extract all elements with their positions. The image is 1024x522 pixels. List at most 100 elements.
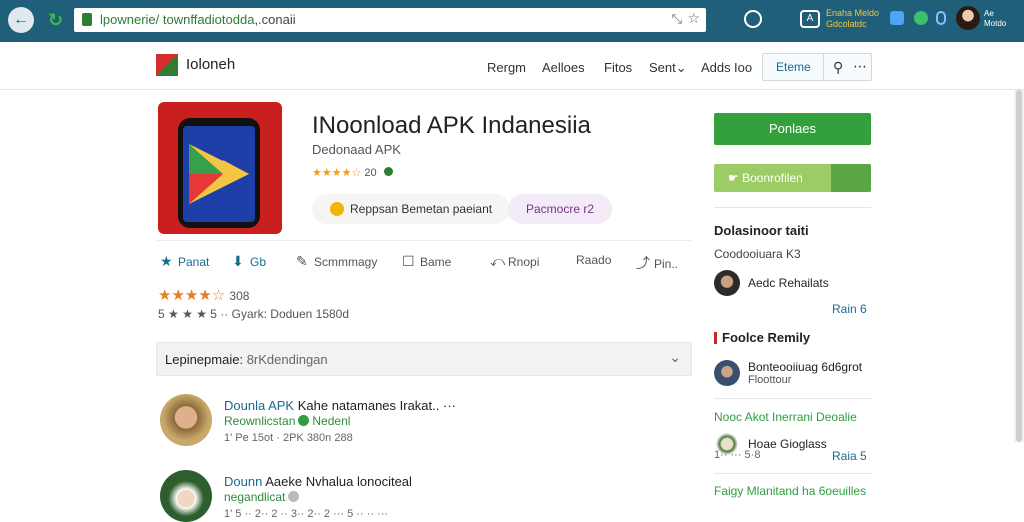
search-box[interactable]: Eteme ⚲ ⋯ (762, 53, 872, 81)
nav-item-1[interactable]: Rergm (487, 60, 526, 75)
action-bar: ★ Panat ⬇ Gb ✎ Scmmmagy ☐ Bame ⤺ Rnopi Raado … (156, 240, 692, 280)
browser-toolbar: ← ↻ lpownerie/ townffadiotodda,.conaii ⤡… (0, 0, 1024, 42)
download-button[interactable]: Ponlaes (714, 113, 871, 145)
review-title: Dounla APK Kahe natamanes Irakat.. ··· (224, 398, 456, 413)
scrollbar-thumb[interactable] (1016, 90, 1022, 442)
pencil-icon: ✎ (296, 253, 308, 269)
app-icon (158, 102, 282, 234)
action-save[interactable]: ☐ Bame (402, 253, 451, 270)
reviewer-avatar[interactable] (160, 470, 212, 522)
action-download-label: Gb (250, 255, 267, 269)
related-app-sub: Floottour (748, 374, 792, 386)
star-rating: ★★★★☆ (312, 167, 362, 179)
more-link[interactable]: Raia 5 (832, 449, 867, 463)
secondary-download-text: Boonrofilen (742, 171, 803, 185)
related-app-link[interactable]: Nooc Akot Inerrani Deoalie (714, 410, 857, 424)
reviewer-avatar[interactable] (160, 394, 212, 446)
action-save-label: Bame (420, 255, 452, 269)
app-developer[interactable]: Dedonaad APK (312, 142, 401, 157)
app-title: INoonload APK Indanesiia (312, 112, 591, 139)
review-title-rest: Aaeke Nvhalua lonociteal (265, 474, 412, 489)
review-author-tag: Nedenl (312, 414, 351, 428)
sort-label: Lepinepmaie: 8rKdendingan (165, 352, 328, 367)
more-icon[interactable]: ··· (443, 398, 456, 413)
review-author[interactable]: negandlicat (224, 490, 302, 504)
accent-bar (714, 331, 717, 344)
related-app-meta: 1·· ··· 5·8 (714, 449, 761, 461)
action-share-label: Pin.. (654, 257, 679, 271)
scrollbar[interactable] (1014, 90, 1024, 442)
avatar[interactable] (956, 6, 980, 30)
search-icon[interactable]: ⚲ (833, 59, 843, 76)
play-store-graphic (183, 126, 255, 222)
url-text[interactable]: lpownerie/ townffadiotodda,.conaii (100, 12, 296, 27)
review-item: Dounla APK Kahe natamanes Irakat.. ··· R… (160, 394, 690, 450)
extension-label: Enaha Meldo Gdcolatdc (826, 8, 879, 30)
review-author[interactable]: Reownlicstan Nedenl (224, 414, 350, 428)
star-rating-large: ★★★★☆ (158, 287, 226, 304)
play-logo-icon (189, 144, 249, 204)
action-more[interactable]: Raado (576, 253, 611, 267)
extension-label-2: Gdcolatdc (826, 19, 867, 29)
sort-label-text: Lepinepmaie: (165, 352, 244, 367)
nav-item-4[interactable]: Sent⌄ (649, 60, 687, 76)
brand-name[interactable]: Ioloneh (186, 56, 235, 73)
review-meta: 1' Pe 15ot · 2PK 380n 288 (224, 432, 353, 444)
logo-icon[interactable] (156, 54, 178, 76)
more-link[interactable]: Rain 6 (832, 302, 867, 316)
related-app-link[interactable]: Faigy Mlanitand ha 6oeuilles (714, 484, 866, 498)
history-icon[interactable] (744, 10, 762, 28)
shield-icon[interactable] (914, 11, 928, 25)
bookmark-star-icon[interactable]: ☆ (687, 10, 700, 27)
rating-summary: ★★★★☆ 308 (158, 286, 249, 304)
action-write[interactable]: ✎ Scmmmagy (296, 253, 377, 270)
section-title-family: Foolce Remily (714, 330, 810, 345)
category-chip-label: Reppsan Bemetan paeiant (350, 202, 493, 216)
nav-item-2[interactable]: Aelloes (542, 60, 585, 75)
action-report-label: Rnopi (508, 255, 540, 269)
rating-meta: 5 ★ ★ ★ 5 ·· Gyark: Doduen 1580d (158, 307, 350, 321)
tag-chip[interactable]: Pacmocre r2 (508, 194, 613, 224)
review-title-rest: Kahe natamanes Irakat.. (297, 398, 440, 413)
nav-item-6[interactable]: Ioo (734, 60, 752, 75)
section-title-family-text: Foolce Remily (722, 330, 811, 345)
phone-illustration (178, 118, 260, 228)
reload-icon[interactable]: ↻ (48, 9, 66, 31)
address-bar[interactable]: lpownerie/ townffadiotodda,.conaii ⤡ ☆ (74, 8, 706, 32)
review-app-name[interactable]: Dounn (224, 474, 262, 489)
more-icon[interactable]: ⋯ (853, 58, 867, 75)
review-title: Dounn Aaeke Nvhalua lonociteal (224, 474, 412, 489)
review-app-name[interactable]: Dounla APK (224, 398, 294, 413)
review-author-name: Reownlicstan (224, 414, 296, 428)
comment-icon: ☐ (402, 253, 415, 269)
action-download[interactable]: ⬇ Gb (232, 253, 266, 270)
download-icon: ⬇ (232, 253, 244, 269)
star-icon: ★ (160, 253, 173, 269)
site-header: Ioloneh Rergm Aelloes Fitos Sent⌄ Adds I… (0, 42, 1024, 90)
action-share[interactable]: ⤴ Pin.. (636, 253, 678, 273)
rating-count: 20 (364, 167, 377, 179)
avatar (714, 360, 740, 386)
mic-icon[interactable] (936, 11, 946, 25)
sort-dropdown[interactable]: Lepinepmaie: 8rKdendingan ⌄ (156, 342, 692, 376)
action-report[interactable]: ⤺ Rnopi (490, 253, 539, 270)
section-title-details: Dolasinoor taiti (714, 223, 809, 238)
coin-icon (330, 201, 344, 216)
nav-item-3[interactable]: Fitos (604, 60, 632, 75)
divider (714, 207, 871, 208)
back-icon[interactable]: ← (8, 7, 34, 33)
secondary-download-button[interactable]: ☛ Boonrofilen (714, 164, 871, 192)
split-dropdown[interactable] (831, 164, 871, 192)
nav-item-5[interactable]: Adds (701, 60, 731, 75)
verified-icon (298, 415, 310, 427)
sort-value: 8rKdendingan (246, 352, 328, 367)
undo-icon: ⤺ (490, 253, 505, 269)
extension-icon[interactable]: A (800, 10, 820, 28)
review-meta: 1' 5 ·· 2·· 2 ·· 3·· 2·· 2 ··· 5 ·· ·· ·… (224, 508, 389, 520)
nav-item-4-label: Sent (649, 60, 676, 75)
avatar (714, 270, 740, 296)
dropbox-icon[interactable] (890, 11, 904, 25)
translate-icon[interactable]: ⤡ (672, 11, 682, 27)
action-rate[interactable]: ★ Panat (160, 253, 209, 270)
category-chip[interactable]: Reppsan Bemetan paeiant (312, 194, 511, 224)
